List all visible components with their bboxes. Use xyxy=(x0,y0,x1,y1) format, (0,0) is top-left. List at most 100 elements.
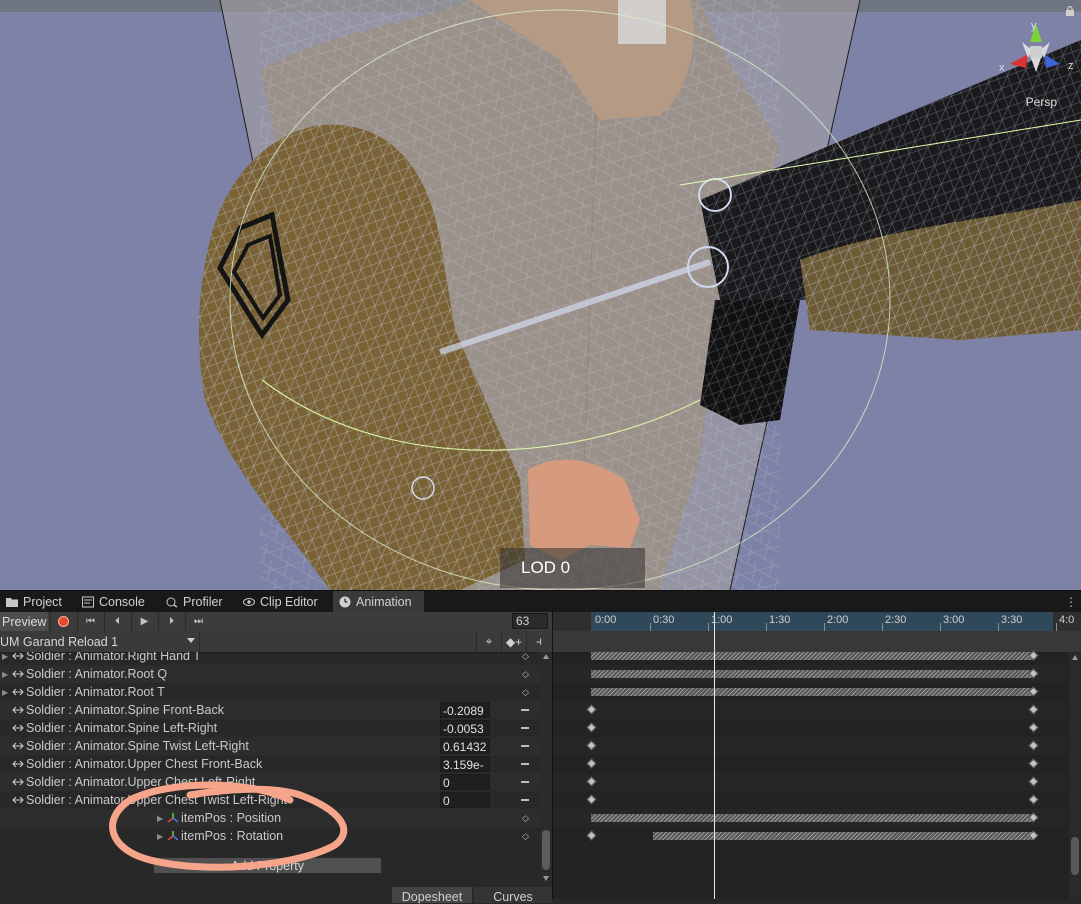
time-tick-label: 3:00 xyxy=(943,614,965,626)
skip-end-icon: ⏭ xyxy=(194,616,203,627)
keyframe-diamond-icon[interactable]: ◇ xyxy=(522,669,529,680)
keyframe-dash-icon[interactable] xyxy=(521,709,529,711)
property-name: Soldier : Animator.Upper Chest Twist Lef… xyxy=(26,793,287,807)
keyframe-dash-icon[interactable] xyxy=(521,727,529,729)
clip-dropdown[interactable]: UM Garand Reload 1 xyxy=(0,631,200,652)
property-row[interactable]: Soldier : Animator.Spine Front-Back -0.2… xyxy=(0,701,540,719)
keyframe-track[interactable] xyxy=(553,701,1067,719)
keyframe-diamond-icon[interactable]: ◇ xyxy=(522,687,529,698)
property-name: Soldier : Animator.Upper Chest Front-Bac… xyxy=(26,757,263,771)
tab-project[interactable]: Project xyxy=(0,591,70,613)
dopesheet-timeline[interactable]: 0:00 0:30 1:00 1:30 2:00 2:30 3:00 3:30 … xyxy=(553,612,1081,899)
keyframe-diamond-icon[interactable] xyxy=(586,740,597,751)
play-button[interactable]: ▶ xyxy=(131,612,157,631)
keyframe-track[interactable] xyxy=(553,683,1067,701)
property-value-field[interactable]: -0.2089 xyxy=(440,702,490,718)
expand-arrow-icon[interactable]: ▶ xyxy=(155,832,167,841)
keyframe-track[interactable] xyxy=(553,665,1067,683)
scroll-up-arrow-icon[interactable] xyxy=(1072,655,1078,660)
keyframe-track[interactable] xyxy=(553,827,1067,845)
keyframe-track[interactable] xyxy=(553,737,1067,755)
property-value-field[interactable]: -0.0053 xyxy=(440,720,490,736)
filter-by-selection-button[interactable]: ⌖ xyxy=(476,631,501,652)
property-value-field[interactable]: 3.159e- xyxy=(440,756,490,772)
keyframe-diamond-icon[interactable] xyxy=(586,704,597,715)
expand-arrow-icon[interactable]: ▶ xyxy=(0,652,12,661)
keyframe-diamond-icon[interactable]: ◇ xyxy=(522,813,529,824)
keyframe-diamond-icon[interactable] xyxy=(1028,722,1039,733)
keyframe-diamond-icon[interactable]: ◇ xyxy=(522,652,529,662)
current-frame-field[interactable]: 63 xyxy=(512,613,548,629)
animator-property-icon xyxy=(12,688,24,696)
keyframe-track[interactable] xyxy=(553,647,1067,665)
tab-curves[interactable]: Curves xyxy=(474,887,552,904)
keyframe-diamond-icon[interactable] xyxy=(586,830,597,841)
previous-keyframe-button[interactable]: ⏴ xyxy=(104,612,130,631)
add-property-button[interactable]: Add Property xyxy=(153,857,382,874)
property-row[interactable]: Soldier : Animator.Spine Twist Left-Righ… xyxy=(0,737,540,755)
property-list-scrollbar[interactable] xyxy=(540,652,552,884)
keyframe-diamond-icon[interactable] xyxy=(1028,776,1039,787)
last-keyframe-button[interactable]: ⏭ xyxy=(185,612,211,631)
record-button[interactable] xyxy=(50,612,76,631)
add-event-icon: ⫞ xyxy=(535,634,542,648)
property-value-field[interactable]: 0 xyxy=(440,774,490,790)
timeline-scrollbar[interactable] xyxy=(1069,652,1081,899)
property-row[interactable]: ▶ Soldier : Animator.Root T ◇ xyxy=(0,683,540,701)
keyframe-track[interactable] xyxy=(553,755,1067,773)
keyframe-diamond-icon[interactable] xyxy=(1028,794,1039,805)
property-value-field[interactable]: 0 xyxy=(440,792,490,808)
expand-arrow-icon[interactable]: ▶ xyxy=(155,814,167,823)
keyframe-dash-icon[interactable] xyxy=(521,745,529,747)
property-row[interactable]: ▶ Soldier : Animator.Right Hand T ◇ xyxy=(0,652,540,665)
expand-arrow-icon[interactable]: ▶ xyxy=(0,670,12,679)
property-row[interactable]: ▶ itemPos : Rotation ◇ xyxy=(0,827,540,845)
more-options-icon[interactable]: ⋮ xyxy=(1065,595,1077,609)
property-row[interactable]: Soldier : Animator.Spine Left-Right -0.0… xyxy=(0,719,540,737)
property-row[interactable]: ▶ Soldier : Animator.Root Q ◇ xyxy=(0,665,540,683)
property-row[interactable]: Soldier : Animator.Upper Chest Left-Righ… xyxy=(0,773,540,791)
keyframe-diamond-icon[interactable] xyxy=(586,758,597,769)
property-row[interactable]: ▶ itemPos : Position ◇ xyxy=(0,809,540,827)
clip-name: UM Garand Reload 1 xyxy=(0,634,119,649)
property-row[interactable]: Soldier : Animator.Upper Chest Twist Lef… xyxy=(0,791,540,809)
keyframe-track[interactable] xyxy=(553,773,1067,791)
keyframe-dash-icon[interactable] xyxy=(521,763,529,765)
property-value-field[interactable]: 0.61432 xyxy=(440,738,490,754)
scroll-down-arrow-icon[interactable] xyxy=(543,876,549,881)
keyframe-diamond-icon[interactable] xyxy=(1028,758,1039,769)
add-event-button[interactable]: ⫞ xyxy=(526,631,551,652)
add-keyframe-button[interactable]: ◆+ xyxy=(501,631,526,652)
tab-dopesheet[interactable]: Dopesheet xyxy=(392,887,472,904)
lock-icon[interactable] xyxy=(1065,6,1075,16)
tab-clip-editor[interactable]: Clip Editor xyxy=(237,591,327,613)
time-ruler[interactable]: 0:00 0:30 1:00 1:30 2:00 2:30 3:00 3:30 … xyxy=(553,612,1081,632)
time-tick-label: 3:30 xyxy=(1001,614,1023,626)
keyframe-track[interactable] xyxy=(553,719,1067,737)
property-row[interactable]: Soldier : Animator.Upper Chest Front-Bac… xyxy=(0,755,540,773)
tab-console[interactable]: Console xyxy=(76,591,154,613)
keyframe-diamond-icon[interactable]: ◇ xyxy=(522,831,529,842)
keyframe-diamond-icon[interactable] xyxy=(586,722,597,733)
projection-mode-label[interactable]: Persp xyxy=(1026,95,1057,109)
playhead[interactable] xyxy=(714,612,715,899)
first-keyframe-button[interactable]: ⏮ xyxy=(77,612,103,631)
keyframe-track[interactable] xyxy=(553,791,1067,809)
keyframe-diamond-icon[interactable] xyxy=(1028,704,1039,715)
tab-animation[interactable]: Animation xyxy=(333,591,424,613)
keyframe-dash-icon[interactable] xyxy=(521,799,529,801)
property-name: Soldier : Animator.Root Q xyxy=(26,667,168,681)
expand-arrow-icon[interactable]: ▶ xyxy=(0,688,12,697)
keyframe-track[interactable] xyxy=(553,809,1067,827)
scroll-up-arrow-icon[interactable] xyxy=(543,654,549,659)
keyframe-dash-icon[interactable] xyxy=(521,781,529,783)
keyframe-diamond-icon[interactable] xyxy=(586,794,597,805)
keyframe-diamond-icon[interactable] xyxy=(1028,740,1039,751)
scrollbar-thumb[interactable] xyxy=(1071,837,1079,875)
keyframe-diamond-icon[interactable] xyxy=(586,776,597,787)
tab-profiler[interactable]: Profiler xyxy=(160,591,232,613)
scene-view[interactable]: y x z Persp LOD 0 xyxy=(0,0,1081,590)
preview-button[interactable]: Preview xyxy=(0,612,48,631)
next-keyframe-button[interactable]: ⏵ xyxy=(158,612,184,631)
scrollbar-thumb[interactable] xyxy=(542,830,550,870)
